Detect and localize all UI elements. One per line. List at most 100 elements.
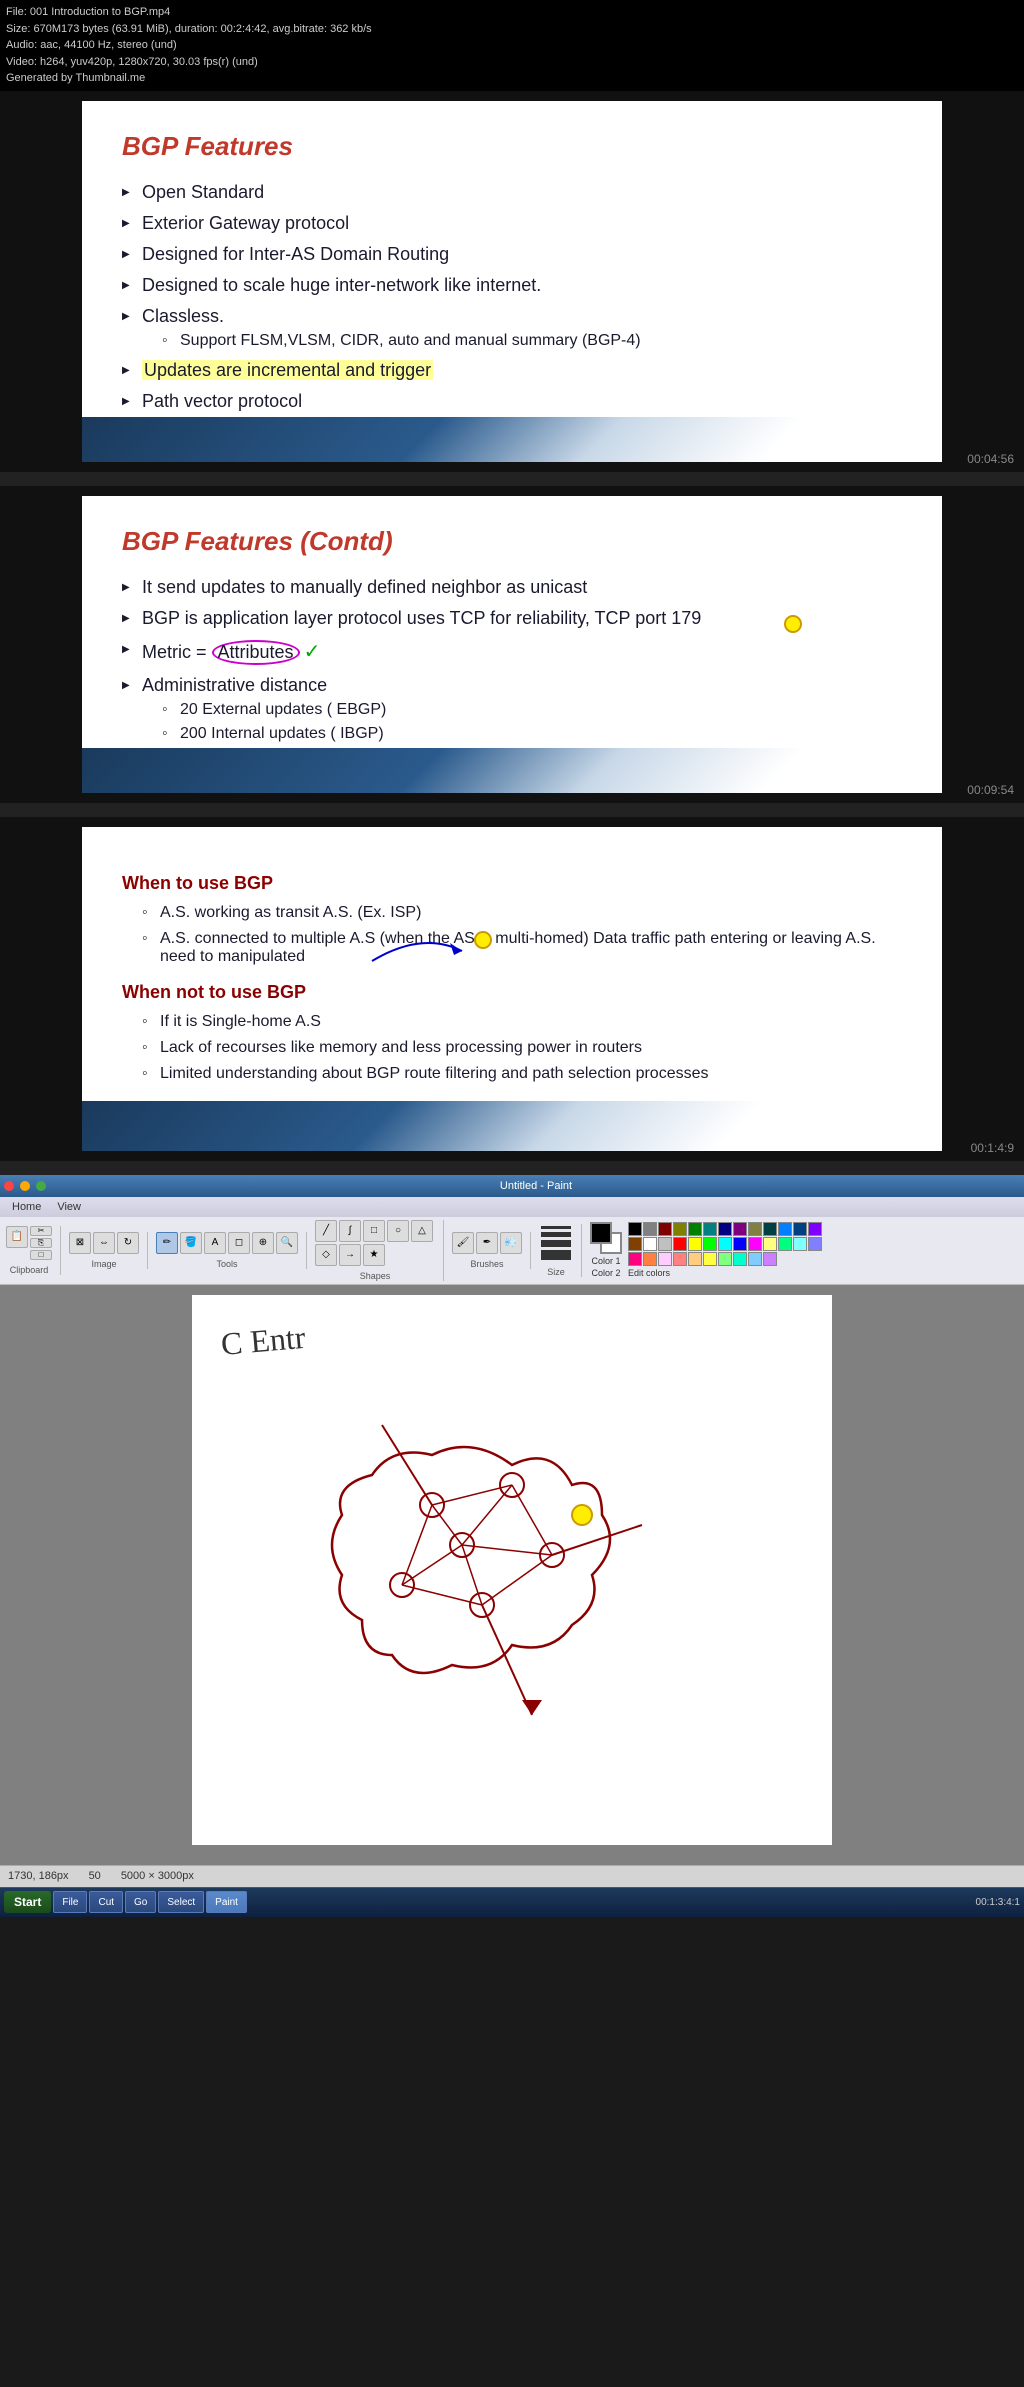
brush-calligraphy[interactable]: ✒ (476, 1232, 498, 1254)
swatch-sky-blue[interactable] (748, 1252, 762, 1266)
color-palette (628, 1222, 828, 1266)
swatch-teal[interactable] (703, 1222, 717, 1236)
swatch-magenta[interactable] (748, 1237, 762, 1251)
arrow-shape[interactable]: → (339, 1244, 361, 1266)
slide1-bullet-classless: Classless. Support FLSM,VLSM, CIDR, auto… (122, 306, 902, 350)
slide3-when-to-use-list: A.S. working as transit A.S. (Ex. ISP) A… (142, 904, 902, 966)
brush-airbrush[interactable]: 💨 (500, 1232, 522, 1254)
resize-button[interactable]: ⇔ (93, 1232, 115, 1254)
edit-colors-button[interactable]: Edit colors (628, 1268, 828, 1278)
size-extra-thick[interactable] (541, 1250, 571, 1260)
size-medium[interactable] (541, 1232, 571, 1237)
swatch-rose[interactable] (628, 1252, 642, 1266)
eraser-button[interactable]: ◻ (228, 1232, 250, 1254)
taskbar-app-file[interactable]: File (53, 1891, 87, 1913)
swatch-dark-teal[interactable] (763, 1222, 777, 1236)
swatch-silver[interactable] (658, 1237, 672, 1251)
swatch-green[interactable] (688, 1222, 702, 1236)
swatch-bright-yellow[interactable] (703, 1252, 717, 1266)
tools-group: ✏ 🪣 A ◻ ⊕ 🔍 Tools (156, 1232, 307, 1269)
slide2-title: BGP Features (Contd) (122, 526, 902, 557)
swatch-lavender[interactable] (763, 1252, 777, 1266)
star-shape[interactable]: ★ (363, 1244, 385, 1266)
swatch-spring-green[interactable] (778, 1237, 792, 1251)
ellipse-shape[interactable]: ○ (387, 1220, 409, 1242)
select-all-button[interactable]: □ (30, 1250, 52, 1260)
file-info-line4: Video: h264, yuv420p, 1280x720, 30.03 fp… (6, 54, 1018, 71)
copy-button[interactable]: ⎘ (30, 1238, 52, 1248)
paste-button[interactable]: 📋 (6, 1226, 28, 1248)
crop-button[interactable]: ⊠ (69, 1232, 91, 1254)
eyedropper-button[interactable]: ⊕ (252, 1232, 274, 1254)
cut-button[interactable]: ✂ (30, 1226, 52, 1236)
shapes-label: Shapes (360, 1271, 391, 1281)
taskbar-app-select[interactable]: Select (158, 1891, 204, 1913)
swatch-dark-olive[interactable] (748, 1222, 762, 1236)
status-dimensions: 5000 × 3000px (121, 1870, 194, 1882)
swatch-black[interactable] (628, 1222, 642, 1236)
swatch-salmon[interactable] (673, 1252, 687, 1266)
swatch-light-cyan[interactable] (793, 1237, 807, 1251)
line-shape[interactable]: ╱ (315, 1220, 337, 1242)
swatch-gray[interactable] (643, 1222, 657, 1236)
swatch-maroon[interactable] (658, 1222, 672, 1236)
paint-canvas-area[interactable]: C Entr (0, 1285, 1024, 1865)
swatch-yellow[interactable] (688, 1237, 702, 1251)
swatch-lime[interactable] (703, 1237, 717, 1251)
start-button[interactable]: Start (4, 1891, 51, 1913)
swatch-olive[interactable] (673, 1222, 687, 1236)
titlebar-minimize-btn[interactable] (20, 1181, 30, 1191)
swatch-blue2[interactable] (733, 1237, 747, 1251)
swatch-light-pink[interactable] (658, 1252, 672, 1266)
taskbar-app-go[interactable]: Go (125, 1891, 156, 1913)
slide2-bullet-metric: Metric = Attributes✓ (122, 639, 902, 665)
fill-button[interactable]: 🪣 (180, 1232, 202, 1254)
swatch-purple[interactable] (733, 1222, 747, 1236)
swatch-navy[interactable] (718, 1222, 732, 1236)
slide1: BGP Features Open Standard Exterior Gate… (82, 101, 942, 462)
swatch-turquoise[interactable] (733, 1252, 747, 1266)
paint-menu-view[interactable]: View (49, 1199, 89, 1215)
slide2: BGP Features (Contd) It send updates to … (82, 496, 942, 793)
curve-shape[interactable]: ∫ (339, 1220, 361, 1242)
swatch-red[interactable] (673, 1237, 687, 1251)
paint-toolbar: 📋 ✂ ⎘ □ Clipboard ⊠ ⇔ ↻ Image ✏ 🪣 (0, 1217, 1024, 1285)
paint-canvas[interactable]: C Entr (192, 1295, 832, 1845)
swatch-violet[interactable] (808, 1222, 822, 1236)
taskbar-app-paint[interactable]: Paint (206, 1891, 247, 1913)
slide2-bullet-list: It send updates to manually defined neig… (122, 577, 902, 743)
pencil-button[interactable]: ✏ (156, 1232, 178, 1254)
rotate-button[interactable]: ↻ (117, 1232, 139, 1254)
swatch-light-blue[interactable] (808, 1237, 822, 1251)
swatch-light-green[interactable] (718, 1252, 732, 1266)
rect-shape[interactable]: □ (363, 1220, 385, 1242)
color-area: Color 1 Color 2 (590, 1222, 828, 1278)
swatch-blue[interactable] (778, 1222, 792, 1236)
swatch-peach[interactable] (688, 1252, 702, 1266)
text-button[interactable]: A (204, 1232, 226, 1254)
slide3-when-not-heading: When not to use BGP (122, 982, 902, 1003)
slide2-sub-bullet-ebgp: 20 External updates ( EBGP) (162, 701, 902, 719)
taskbar-app-cut[interactable]: Cut (89, 1891, 123, 1913)
color1-active[interactable] (590, 1222, 612, 1244)
file-info-line3: Audio: aac, 44100 Hz, stereo (und) (6, 37, 1018, 54)
swatch-brown[interactable] (628, 1237, 642, 1251)
size-thick[interactable] (541, 1240, 571, 1247)
swatch-dark-blue[interactable] (793, 1222, 807, 1236)
titlebar-maximize-btn[interactable] (36, 1181, 46, 1191)
swatch-cyan[interactable] (718, 1237, 732, 1251)
size-thin[interactable] (541, 1226, 571, 1229)
swatch-orange[interactable] (643, 1252, 657, 1266)
diamond-shape[interactable]: ◇ (315, 1244, 337, 1266)
magnifier-button[interactable]: 🔍 (276, 1232, 298, 1254)
windows-taskbar: Start File Cut Go Select Paint 00:1:3:4:… (0, 1887, 1024, 1917)
slide1-bullet-exterior-gateway: Exterior Gateway protocol (122, 213, 902, 234)
triangle-shape[interactable]: △ (411, 1220, 433, 1242)
swatch-light-yellow[interactable] (763, 1237, 777, 1251)
titlebar-close-btn[interactable] (4, 1181, 14, 1191)
file-info-header: File: 001 Introduction to BGP.mp4 Size: … (0, 0, 1024, 91)
tools-label: Tools (216, 1259, 237, 1269)
brush-normal[interactable]: 🖌 (452, 1232, 474, 1254)
paint-menu-home[interactable]: Home (4, 1199, 49, 1215)
swatch-white[interactable] (643, 1237, 657, 1251)
